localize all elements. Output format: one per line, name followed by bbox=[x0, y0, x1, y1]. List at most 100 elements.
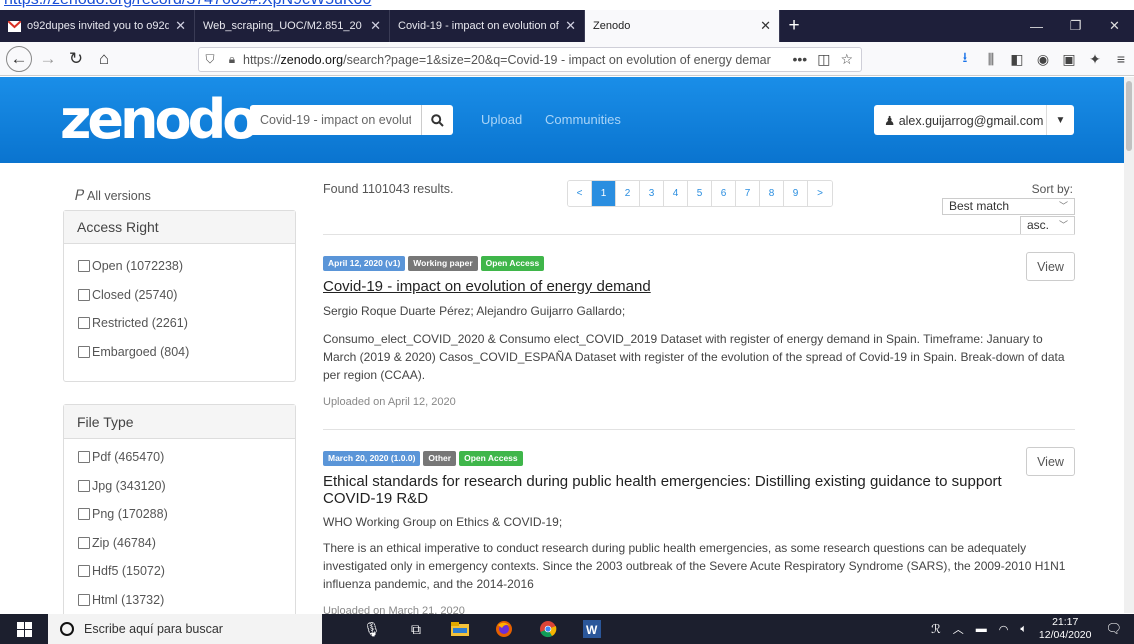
library-icon[interactable]: ⫼ bbox=[978, 51, 1004, 68]
version-badge: March 20, 2020 (1.0.0) bbox=[323, 451, 421, 466]
wifi-icon[interactable]: ◠ bbox=[999, 623, 1009, 636]
close-icon[interactable]: ✕ bbox=[760, 18, 771, 34]
filter-embargoed[interactable]: Embargoed (804) bbox=[64, 338, 295, 367]
view-button[interactable]: View bbox=[1026, 252, 1075, 281]
tab-web-scraping[interactable]: Web_scraping_UOC/M2.851_20 ✕ bbox=[195, 10, 390, 42]
addon-icon[interactable]: ✦ bbox=[1082, 51, 1108, 68]
filter-jpg[interactable]: Jpg (343120) bbox=[64, 472, 295, 501]
volume-icon[interactable]: 🔈︎ bbox=[1020, 623, 1027, 636]
close-icon[interactable]: ✕ bbox=[565, 18, 576, 34]
notifications-icon[interactable]: 🗨︎ bbox=[1105, 621, 1122, 637]
sidebar-icon[interactable]: ◧ bbox=[1004, 51, 1030, 68]
start-button[interactable] bbox=[0, 614, 48, 644]
pocket-icon[interactable]: ◫ bbox=[817, 51, 830, 68]
taskbar-search[interactable]: Escribe aquí para buscar bbox=[48, 614, 322, 644]
back-button[interactable]: ← bbox=[6, 45, 32, 72]
clock-time: 21:17 bbox=[1052, 616, 1079, 628]
battery-icon[interactable]: ▬ bbox=[976, 623, 987, 635]
filter-pdf[interactable]: Pdf (465470) bbox=[64, 443, 295, 472]
filter-restricted[interactable]: Restricted (2261) bbox=[64, 309, 295, 338]
page-7[interactable]: 7 bbox=[736, 181, 760, 206]
filter-label: Zip (46784) bbox=[92, 535, 156, 550]
top-link[interactable]: https://zenodo.org/record/3747609#.XpN9c… bbox=[4, 0, 371, 9]
user-menu-button[interactable]: ♟ alex.guijarrog@gmail.com ▼ bbox=[874, 105, 1074, 135]
result-title-link[interactable]: Ethical standards for research during pu… bbox=[323, 473, 1003, 507]
page-3[interactable]: 3 bbox=[640, 181, 664, 206]
page-8[interactable]: 8 bbox=[760, 181, 784, 206]
order-select[interactable]: asc. ﹀ bbox=[1020, 216, 1075, 235]
checkbox[interactable] bbox=[78, 260, 90, 273]
page-next[interactable]: > bbox=[808, 181, 832, 206]
tab-zenodo[interactable]: Zenodo ✕ bbox=[585, 10, 780, 42]
filter-png[interactable]: Png (170288) bbox=[64, 500, 295, 529]
result-title-link[interactable]: Covid-19 - impact on evolution of energy… bbox=[323, 278, 1075, 295]
file-explorer-icon[interactable] bbox=[450, 619, 470, 639]
extension-icon[interactable]: ▣ bbox=[1056, 51, 1082, 68]
chevron-down-icon[interactable]: ▼ bbox=[1046, 105, 1074, 135]
lock-icon[interactable]: 🔒︎ bbox=[221, 52, 243, 67]
checkbox[interactable] bbox=[78, 593, 90, 606]
url-text[interactable]: https://zenodo.org/search?page=1&size=20… bbox=[243, 53, 792, 67]
filter-zip[interactable]: Zip (46784) bbox=[64, 529, 295, 558]
filter-html[interactable]: Html (13732) bbox=[64, 586, 295, 615]
zenodo-logo[interactable]: zenodo bbox=[60, 90, 259, 150]
page-6[interactable]: 6 bbox=[712, 181, 736, 206]
people-icon[interactable]: ℛ bbox=[931, 622, 941, 636]
view-button[interactable]: View bbox=[1026, 447, 1075, 476]
bookmark-star-icon[interactable]: ☆ bbox=[840, 51, 853, 68]
restore-icon[interactable]: ❐ bbox=[1056, 10, 1095, 42]
page-2[interactable]: 2 bbox=[616, 181, 640, 206]
checkbox[interactable] bbox=[78, 451, 90, 464]
page-5[interactable]: 5 bbox=[688, 181, 712, 206]
close-icon[interactable]: ✕ bbox=[175, 18, 186, 34]
checkbox[interactable] bbox=[78, 317, 90, 330]
minimize-icon[interactable]: — bbox=[1017, 10, 1056, 42]
search-input[interactable] bbox=[250, 106, 421, 134]
close-window-icon[interactable]: ✕ bbox=[1095, 10, 1134, 42]
search-icon bbox=[431, 113, 444, 127]
chrome-icon[interactable] bbox=[538, 619, 558, 639]
download-icon[interactable]: ⭳ bbox=[952, 47, 978, 71]
url-bar[interactable]: ⛉ 🔒︎ https://zenodo.org/search?page=1&si… bbox=[198, 47, 862, 72]
forward-button[interactable]: → bbox=[34, 45, 62, 73]
tab-covid-record[interactable]: Covid-19 - impact on evolution of e ✕ bbox=[390, 10, 585, 42]
more-icon[interactable]: ••• bbox=[792, 51, 807, 68]
filter-open[interactable]: Open (1072238) bbox=[64, 252, 295, 281]
result-description: There is an ethical imperative to conduc… bbox=[323, 541, 1066, 591]
checkbox[interactable] bbox=[78, 345, 90, 358]
task-view-icon[interactable]: ⧉ bbox=[406, 619, 426, 639]
clock[interactable]: 21:17 12/04/2020 bbox=[1039, 616, 1092, 642]
search-button[interactable] bbox=[421, 105, 453, 135]
sort-select[interactable]: Best match ﹀ bbox=[942, 198, 1075, 215]
checkbox[interactable] bbox=[78, 508, 90, 521]
all-versions-toggle[interactable]: 𝑃 All versions bbox=[75, 187, 151, 204]
home-button[interactable]: ⌂ bbox=[90, 45, 118, 73]
page-1[interactable]: 1 bbox=[592, 181, 616, 206]
menu-icon[interactable]: ≡ bbox=[1108, 51, 1134, 67]
checkbox[interactable] bbox=[78, 288, 90, 301]
shield-icon[interactable]: ⛉ bbox=[199, 52, 221, 67]
page-prev[interactable]: < bbox=[568, 181, 592, 206]
checkbox[interactable] bbox=[78, 536, 90, 549]
new-tab-button[interactable]: + bbox=[780, 10, 808, 42]
checkbox[interactable] bbox=[78, 565, 90, 578]
page-9[interactable]: 9 bbox=[784, 181, 808, 206]
firefox-icon[interactable] bbox=[494, 619, 514, 639]
communities-link[interactable]: Communities bbox=[545, 112, 621, 127]
scrollbar-thumb[interactable] bbox=[1126, 81, 1132, 151]
page-scrollbar[interactable] bbox=[1124, 77, 1134, 613]
microphone-icon[interactable]: 🎙︎ bbox=[362, 619, 382, 639]
filter-hdf5[interactable]: Hdf5 (15072) bbox=[64, 557, 295, 586]
word-icon[interactable]: W bbox=[582, 619, 602, 639]
account-icon[interactable]: ◉ bbox=[1030, 51, 1056, 68]
access-badge: Open Access bbox=[459, 451, 523, 466]
tab-gmail[interactable]: o92dupes invited you to o92dup ✕ bbox=[0, 10, 195, 42]
checkbox[interactable] bbox=[78, 479, 90, 492]
filter-closed[interactable]: Closed (25740) bbox=[64, 281, 295, 310]
upload-link[interactable]: Upload bbox=[481, 112, 522, 127]
close-icon[interactable]: ✕ bbox=[370, 18, 381, 34]
browser-nav-bar: ← → ↻ ⌂ ⛉ 🔒︎ https://zenodo.org/search?p… bbox=[0, 42, 1134, 76]
page-4[interactable]: 4 bbox=[664, 181, 688, 206]
chevron-up-icon[interactable]: ︿ bbox=[953, 621, 964, 637]
reload-button[interactable]: ↻ bbox=[62, 45, 90, 73]
